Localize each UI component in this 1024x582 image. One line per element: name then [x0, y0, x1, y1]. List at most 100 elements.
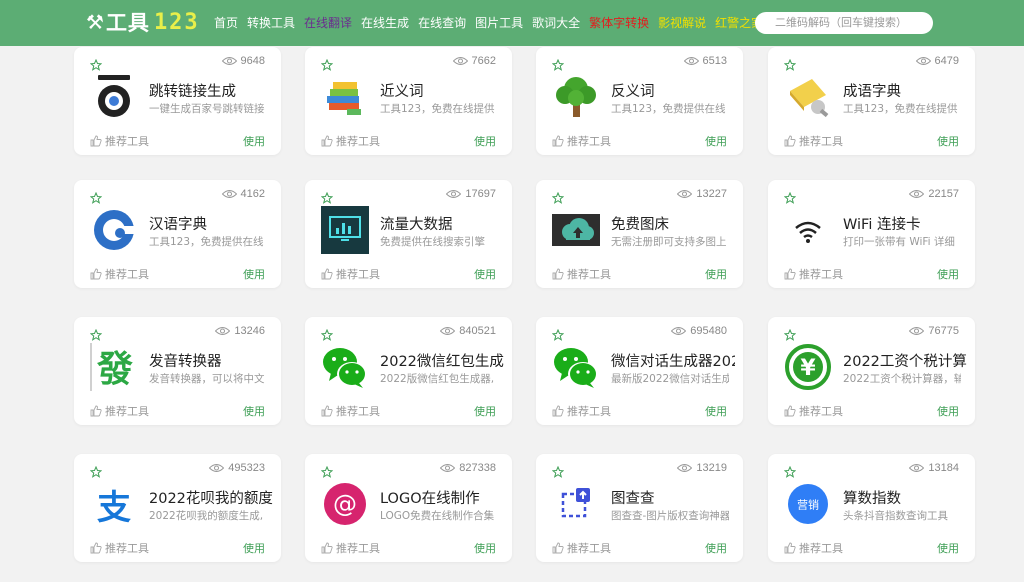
tool-title[interactable]: 流量大数据	[380, 213, 504, 234]
use-button[interactable]: 使用	[937, 133, 959, 149]
use-button[interactable]: 使用	[474, 403, 496, 419]
tree-icon[interactable]	[552, 73, 600, 121]
nav-link[interactable]: 在线翻译	[304, 14, 352, 31]
tool-card[interactable]: 6513 反义词 工具123，免费提供在线 推荐工具 使用	[536, 47, 743, 155]
tool-card[interactable]: 76775 ¥2022工资个税计算 2022工资个税计算器，辅 推荐工具 使用	[768, 317, 975, 425]
use-button[interactable]: 使用	[474, 540, 496, 556]
wechat-icon[interactable]	[552, 343, 600, 391]
dictionary-icon[interactable]	[784, 73, 832, 121]
favorite-star-icon[interactable]	[89, 463, 103, 478]
tool-title[interactable]: 算数指数	[843, 487, 967, 508]
favorite-star-icon[interactable]	[783, 56, 797, 71]
recommend-button[interactable]: 推荐工具	[784, 266, 843, 282]
alipay-icon[interactable]: 支	[90, 480, 138, 528]
use-button[interactable]: 使用	[705, 540, 727, 556]
g-logo-icon[interactable]	[90, 206, 138, 254]
books-icon[interactable]	[321, 73, 369, 121]
tool-card[interactable]: 9648 跳转链接生成 一键生成百家号跳转链接 推荐工具 使用	[74, 47, 281, 155]
recommend-button[interactable]: 推荐工具	[321, 266, 380, 282]
tool-title[interactable]: 汉语字典	[149, 213, 273, 234]
image-search-icon[interactable]	[552, 480, 600, 528]
yen-circle-icon[interactable]: ¥	[784, 343, 832, 391]
recommend-button[interactable]: 推荐工具	[552, 540, 611, 556]
nav-link[interactable]: 在线生成	[361, 14, 409, 31]
tool-title[interactable]: 近义词	[380, 80, 504, 101]
tool-card[interactable]: 827338 @ LOGO在线制作 LOGO免费在线制作合集 推荐工具 使用	[305, 454, 512, 562]
tool-title[interactable]: 反义词	[611, 80, 735, 101]
favorite-star-icon[interactable]	[551, 326, 565, 341]
wifi-icon[interactable]	[784, 206, 832, 254]
nav-link[interactable]: 图片工具	[475, 14, 523, 31]
nav-link[interactable]: 繁体字转换	[589, 14, 649, 31]
favorite-star-icon[interactable]	[783, 189, 797, 204]
marketing-badge-icon[interactable]: 营销	[784, 480, 832, 528]
recommend-button[interactable]: 推荐工具	[90, 133, 149, 149]
favorite-star-icon[interactable]	[551, 189, 565, 204]
favorite-star-icon[interactable]	[783, 326, 797, 341]
wechat-icon[interactable]	[321, 343, 369, 391]
favorite-star-icon[interactable]	[89, 56, 103, 71]
tool-card[interactable]: 6479 成语字典 工具123，免费在线提供 推荐工具 使用	[768, 47, 975, 155]
recommend-button[interactable]: 推荐工具	[784, 540, 843, 556]
favorite-star-icon[interactable]	[320, 463, 334, 478]
tool-title[interactable]: 跳转链接生成	[149, 80, 273, 101]
nav-link[interactable]: 首页	[214, 14, 238, 31]
nav-link[interactable]: 影视解说	[658, 14, 706, 31]
tool-title[interactable]: 成语字典	[843, 80, 967, 101]
favorite-star-icon[interactable]	[551, 463, 565, 478]
tool-title[interactable]: 2022花呗我的额度	[149, 487, 273, 508]
use-button[interactable]: 使用	[937, 540, 959, 556]
tool-card[interactable]: 13219 图查查 图查查-图片版权查询神器 推荐工具 使用	[536, 454, 743, 562]
fa-character-icon[interactable]: 發	[90, 343, 138, 391]
favorite-star-icon[interactable]	[320, 189, 334, 204]
search-input[interactable]	[755, 12, 933, 34]
tool-title[interactable]: 免费图床	[611, 213, 735, 234]
tool-card[interactable]: 22157 WiFi 连接卡 打印一张带有 WiFi 详细 推荐工具 使用	[768, 180, 975, 288]
recommend-button[interactable]: 推荐工具	[552, 133, 611, 149]
site-logo[interactable]: ⚒ 工具 123	[86, 9, 200, 36]
favorite-star-icon[interactable]	[551, 56, 565, 71]
tool-title[interactable]: 2022工资个税计算	[843, 350, 967, 371]
recommend-button[interactable]: 推荐工具	[90, 266, 149, 282]
tool-card[interactable]: 13184 营销 算数指数 头条抖音指数查询工具 推荐工具 使用	[768, 454, 975, 562]
tool-card[interactable]: 17697 流量大数据 免费提供在线搜索引擎 推荐工具 使用	[305, 180, 512, 288]
tool-card[interactable]: 495323 支 2022花呗我的额度 2022花呗我的额度生成, 推荐工具 使用	[74, 454, 281, 562]
recommend-button[interactable]: 推荐工具	[552, 266, 611, 282]
tool-card[interactable]: 13246 發发音转换器 发音转换器，可以将中文 推荐工具 使用	[74, 317, 281, 425]
redirect-logo-icon[interactable]	[90, 73, 138, 121]
at-sign-icon[interactable]: @	[321, 480, 369, 528]
nav-link[interactable]: 在线查询	[418, 14, 466, 31]
recommend-button[interactable]: 推荐工具	[321, 403, 380, 419]
recommend-button[interactable]: 推荐工具	[784, 403, 843, 419]
tool-title[interactable]: LOGO在线制作	[380, 487, 504, 508]
tool-title[interactable]: 微信对话生成器202	[611, 350, 735, 371]
use-button[interactable]: 使用	[705, 403, 727, 419]
use-button[interactable]: 使用	[705, 133, 727, 149]
favorite-star-icon[interactable]	[89, 189, 103, 204]
use-button[interactable]: 使用	[937, 403, 959, 419]
use-button[interactable]: 使用	[705, 266, 727, 282]
use-button[interactable]: 使用	[243, 540, 265, 556]
tool-card[interactable]: 4162 汉语字典 工具123，免费提供在线 推荐工具 使用	[74, 180, 281, 288]
tool-card[interactable]: 840521 2022微信红包生成 2022版微信红包生成器, 推荐工具 使用	[305, 317, 512, 425]
favorite-star-icon[interactable]	[320, 326, 334, 341]
tool-title[interactable]: 2022微信红包生成	[380, 350, 504, 371]
recommend-button[interactable]: 推荐工具	[90, 540, 149, 556]
chart-monitor-icon[interactable]	[321, 206, 369, 254]
recommend-button[interactable]: 推荐工具	[552, 403, 611, 419]
recommend-button[interactable]: 推荐工具	[321, 540, 380, 556]
favorite-star-icon[interactable]	[783, 463, 797, 478]
nav-link[interactable]: 歌词大全	[532, 14, 580, 31]
recommend-button[interactable]: 推荐工具	[321, 133, 380, 149]
favorite-star-icon[interactable]	[89, 326, 103, 341]
use-button[interactable]: 使用	[474, 133, 496, 149]
use-button[interactable]: 使用	[474, 266, 496, 282]
tool-title[interactable]: WiFi 连接卡	[843, 213, 967, 234]
cloud-upload-icon[interactable]	[552, 206, 600, 254]
tool-card[interactable]: 695480 微信对话生成器202 最新版2022微信对话生成 推荐工具 使用	[536, 317, 743, 425]
tool-card[interactable]: 13227 免费图床 无需注册即可支持多图上 推荐工具 使用	[536, 180, 743, 288]
favorite-star-icon[interactable]	[320, 56, 334, 71]
use-button[interactable]: 使用	[937, 266, 959, 282]
tool-title[interactable]: 发音转换器	[149, 350, 273, 371]
nav-link[interactable]: 转换工具	[247, 14, 295, 31]
